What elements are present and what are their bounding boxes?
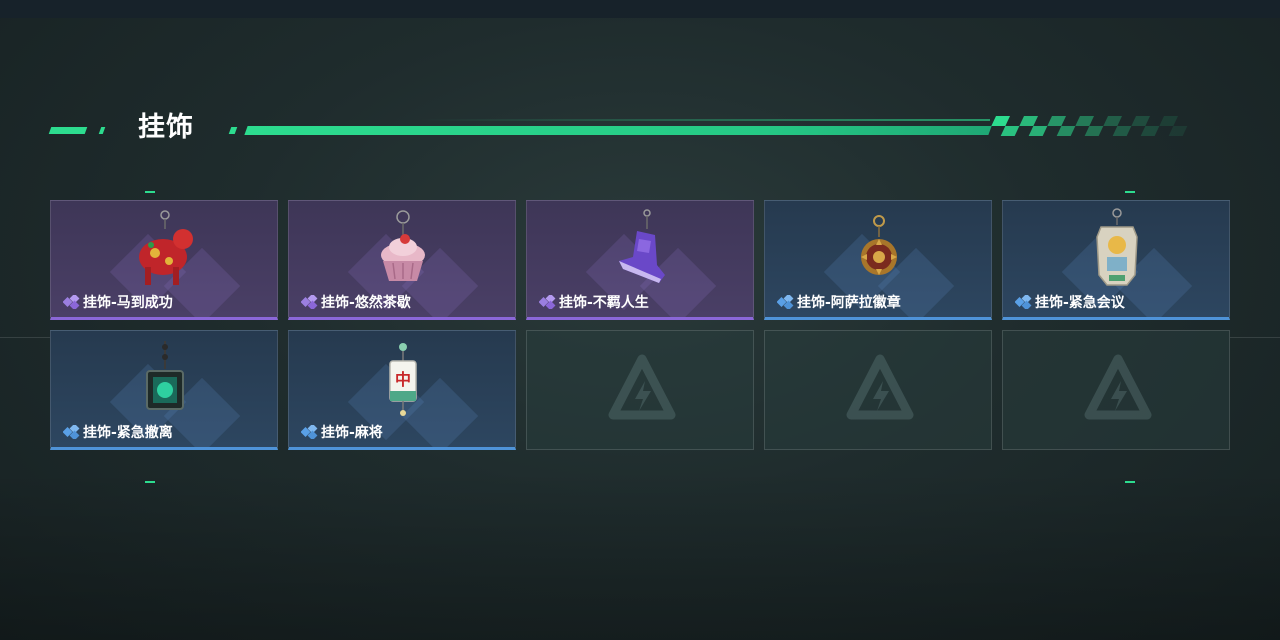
charm-label: 挂饰-阿萨拉徽章 xyxy=(797,295,901,311)
svg-text:中: 中 xyxy=(395,370,411,389)
empty-slot[interactable] xyxy=(764,330,992,450)
charm-card[interactable]: 挂饰-紧急撤离 xyxy=(50,330,278,450)
purple-rarity-icon xyxy=(301,295,318,309)
charm-label: 挂饰-紧急撤离 xyxy=(83,425,173,441)
cupcake-charm-icon xyxy=(381,210,425,281)
section-header: 挂饰 xyxy=(0,110,1280,150)
header-thin-line xyxy=(420,119,990,121)
corner-mark-top-right xyxy=(1125,191,1135,193)
charm-card[interactable]: 挂饰-紧急会议 xyxy=(1002,200,1230,320)
charm-card[interactable]: 挂饰-马到成功 xyxy=(50,200,278,320)
medallion-charm-icon xyxy=(861,215,897,275)
charm-grid: 挂饰-马到成功 挂饰-悠然茶歇 挂饰-不羁人生 挂饰-阿萨拉徽章 挂饰-紧急会议… xyxy=(50,200,1230,450)
side-line-right xyxy=(1230,337,1280,338)
blue-rarity-icon xyxy=(1015,295,1032,309)
charm-card[interactable]: 挂饰-阿萨拉徽章 xyxy=(764,200,992,320)
delta-logo-icon xyxy=(1084,354,1152,420)
header-accent-tick xyxy=(98,127,106,134)
green-cube-charm-icon xyxy=(146,341,184,410)
blue-rarity-icon xyxy=(777,295,794,309)
charm-card[interactable]: 中 挂饰-麻将 xyxy=(288,330,516,450)
purple-rarity-icon xyxy=(539,295,556,309)
charm-card[interactable]: 挂饰-不羁人生 xyxy=(526,200,754,320)
purple-sneaker-charm-icon xyxy=(619,209,665,283)
background-shade xyxy=(0,470,1280,640)
header-checker-pattern xyxy=(991,116,1188,136)
corner-mark-bottom-left xyxy=(145,481,155,483)
header-accent-left xyxy=(48,127,88,134)
corner-mark-top-left xyxy=(145,191,155,193)
charm-label: 挂饰-麻将 xyxy=(321,425,383,441)
purple-rarity-icon xyxy=(63,295,80,309)
side-line-left xyxy=(0,337,50,338)
header-accent-tick-right xyxy=(228,127,238,134)
red-horse-charm-icon xyxy=(139,210,193,285)
charm-card[interactable]: 挂饰-悠然茶歇 xyxy=(288,200,516,320)
charm-label: 挂饰-紧急会议 xyxy=(1035,295,1125,311)
charm-label: 挂饰-马到成功 xyxy=(83,295,173,311)
corner-mark-bottom-right xyxy=(1125,481,1135,483)
charm-label: 挂饰-不羁人生 xyxy=(559,295,649,311)
charm-label: 挂饰-悠然茶歇 xyxy=(321,295,411,311)
empty-slot[interactable] xyxy=(1002,330,1230,450)
empty-slot[interactable] xyxy=(526,330,754,450)
plaque-charm-icon xyxy=(1096,208,1138,286)
delta-logo-icon xyxy=(608,354,676,420)
header-accent-bar xyxy=(244,126,992,135)
delta-logo-icon xyxy=(846,354,914,420)
section-title: 挂饰 xyxy=(138,112,194,143)
mahjong-tile-charm-icon: 中 xyxy=(389,343,417,416)
blue-rarity-icon xyxy=(301,425,318,439)
top-band xyxy=(0,0,1280,18)
blue-rarity-icon xyxy=(63,425,80,439)
